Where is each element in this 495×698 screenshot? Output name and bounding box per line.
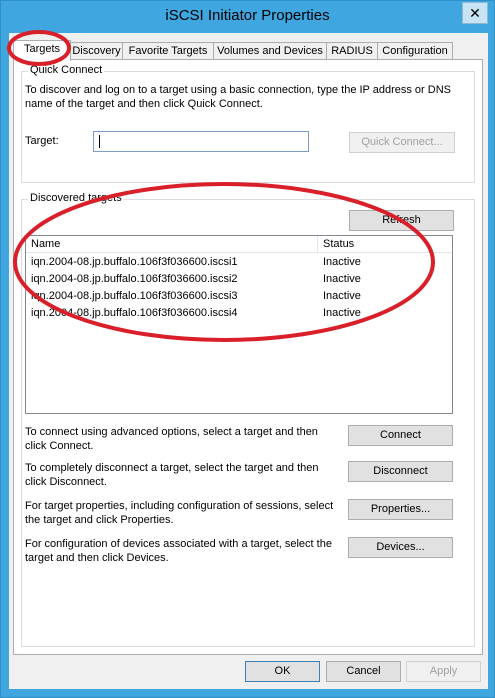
targets-list[interactable]: Name Status iqn.2004-08.jp.buffalo.106f3… — [25, 235, 453, 414]
dialog-window: iSCSI Initiator Properties ✕ Targets Dis… — [0, 0, 495, 698]
tab-label: Configuration — [382, 45, 448, 57]
tab-targets[interactable]: Targets — [13, 40, 71, 61]
close-icon: ✕ — [469, 5, 481, 21]
target-name: iqn.2004-08.jp.buffalo.106f3f036600.iscs… — [31, 307, 238, 319]
title-bar[interactable]: iSCSI Initiator Properties ✕ — [1, 1, 494, 35]
refresh-button[interactable]: Refresh — [349, 210, 454, 231]
discovered-targets-group: Discovered targets Refresh Name Status i… — [21, 192, 475, 647]
target-name: iqn.2004-08.jp.buffalo.106f3f036600.iscs… — [31, 273, 238, 285]
column-header-status[interactable]: Status — [318, 236, 452, 252]
table-row[interactable]: iqn.2004-08.jp.buffalo.106f3f036600.iscs… — [26, 254, 452, 271]
group-label: Discovered targets — [28, 192, 124, 204]
column-header-name[interactable]: Name — [26, 236, 318, 252]
target-name: iqn.2004-08.jp.buffalo.106f3f036600.iscs… — [31, 290, 238, 302]
window-title: iSCSI Initiator Properties — [165, 7, 330, 24]
devices-description: For configuration of devices associated … — [25, 538, 332, 564]
disconnect-description: To completely disconnect a target, selec… — [25, 462, 319, 488]
list-header: Name Status — [26, 236, 452, 253]
devices-button[interactable]: Devices... — [348, 537, 453, 558]
table-row[interactable]: iqn.2004-08.jp.buffalo.106f3f036600.iscs… — [26, 271, 452, 288]
tab-label: Volumes and Devices — [217, 45, 323, 57]
tab-label: Favorite Targets — [128, 45, 208, 57]
apply-button[interactable]: Apply — [406, 661, 481, 682]
connect-description: To connect using advanced options, selec… — [25, 426, 318, 452]
tab-label: Discovery — [72, 45, 121, 57]
target-name: iqn.2004-08.jp.buffalo.106f3f036600.iscs… — [31, 256, 238, 268]
disconnect-button[interactable]: Disconnect — [348, 461, 453, 482]
table-row[interactable]: iqn.2004-08.jp.buffalo.106f3f036600.iscs… — [26, 305, 452, 322]
target-status: Inactive — [323, 256, 361, 268]
properties-description: For target properties, including configu… — [25, 500, 334, 526]
target-status: Inactive — [323, 273, 361, 285]
connect-button[interactable]: Connect — [348, 425, 453, 446]
tab-radius[interactable]: RADIUS — [326, 42, 378, 60]
quick-connect-description: To discover and log on to a target using… — [25, 84, 451, 110]
tab-configuration[interactable]: Configuration — [377, 42, 453, 60]
quick-connect-group: Quick Connect To discover and log on to … — [21, 64, 475, 183]
table-row[interactable]: iqn.2004-08.jp.buffalo.106f3f036600.iscs… — [26, 288, 452, 305]
target-status: Inactive — [323, 307, 361, 319]
properties-button[interactable]: Properties... — [348, 499, 453, 520]
dialog-client: Targets Discovery Favorite Targets Volum… — [9, 33, 488, 689]
target-label: Target: — [25, 135, 59, 147]
cancel-button[interactable]: Cancel — [326, 661, 401, 682]
tab-volumes-and-devices[interactable]: Volumes and Devices — [213, 42, 327, 60]
quick-connect-button[interactable]: Quick Connect... — [349, 132, 455, 153]
group-label: Quick Connect — [28, 64, 105, 76]
tab-label: Targets — [23, 43, 61, 55]
target-input[interactable] — [93, 131, 309, 152]
text-caret — [99, 135, 100, 148]
tab-strip: Targets Discovery Favorite Targets Volum… — [9, 40, 488, 61]
targets-panel: Quick Connect To discover and log on to … — [13, 59, 483, 655]
tab-favorite-targets[interactable]: Favorite Targets — [122, 42, 214, 60]
target-status: Inactive — [323, 290, 361, 302]
tab-discovery[interactable]: Discovery — [70, 42, 123, 60]
ok-button[interactable]: OK — [245, 661, 320, 682]
close-button[interactable]: ✕ — [462, 2, 488, 24]
tab-label: RADIUS — [331, 45, 373, 57]
